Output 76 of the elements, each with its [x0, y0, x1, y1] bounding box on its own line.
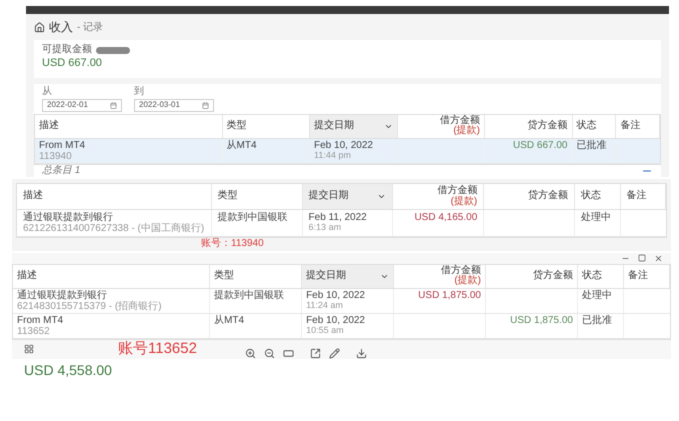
column-header[interactable]: 描述 — [17, 184, 212, 209]
description-subtext: 113940 — [39, 150, 73, 162]
column-header[interactable]: 贷方金额 — [486, 264, 578, 288]
description-subtext: 6212261314007627338 - (中国工商银行) — [23, 223, 205, 234]
status-text: 处理中 — [582, 290, 612, 300]
calendar-icon[interactable] — [202, 102, 209, 108]
balance-amount: USD 667.00 — [42, 56, 103, 70]
status-text: 已批准 — [576, 140, 606, 150]
grid-icon[interactable] — [24, 344, 34, 354]
description-subtext: 6214830155715379 - (招商银行) — [17, 300, 163, 312]
column-header[interactable]: 状态 — [572, 114, 616, 138]
table-row[interactable]: 通过银联提款到银行 6212261314007627338 - (中国工商银行) 提款到中国银联 Feb 11, 2022 6:13 am USD 4,165.00 处理中 — [17, 210, 666, 237]
page-title: 收入 — [49, 19, 73, 36]
column-header[interactable]: 备注 — [624, 264, 670, 288]
type-text: 从MT4 — [214, 314, 244, 326]
column-header[interactable]: 描述 — [35, 114, 222, 138]
credit-amount: USD 667.00 — [513, 140, 568, 150]
balance-label: 可提取金额 — [42, 44, 92, 56]
column-header[interactable]: 贷方金额 — [484, 184, 576, 209]
filter-label: 到 — [134, 86, 145, 98]
column-header[interactable]: 借方金额 (提款) — [398, 114, 485, 138]
time-text: 10:55 am — [306, 326, 345, 336]
zoom-out-icon[interactable] — [264, 348, 275, 358]
column-header[interactable]: 借方金额 (提款) — [394, 264, 486, 288]
column-header[interactable]: 状态 — [578, 264, 624, 288]
debit-amount: USD 1,875.00 — [418, 290, 481, 300]
account-badge — [96, 46, 130, 54]
table-row[interactable]: From MT4 113652 从MT4 Feb 10, 2022 10:55 am USD 1,875.00 已批准 — [13, 314, 670, 338]
description-subtext: 113652 — [17, 326, 51, 336]
close-icon[interactable] — [654, 254, 663, 262]
balance-amount: USD 4,558.00 — [24, 362, 112, 378]
debit-amount: USD 4,165.00 — [414, 212, 478, 223]
calendar-icon[interactable] — [110, 102, 117, 108]
home-icon[interactable] — [34, 22, 45, 32]
date-text: Feb 10, 2022 — [314, 140, 374, 150]
download-icon[interactable] — [356, 348, 367, 358]
date-text: Feb 11, 2022 — [308, 212, 368, 223]
time-text: 11:44 pm — [314, 150, 352, 160]
date-field[interactable]: 2022-03-01 — [134, 98, 214, 112]
total-entries: 总条目 1 — [42, 164, 80, 177]
column-header[interactable]: 提交日期 — [302, 264, 394, 288]
account-annotation: 账号：113940 — [201, 238, 265, 250]
column-header[interactable]: 借方金额 (提款) — [393, 184, 484, 209]
page-subtitle: - 记录 — [77, 20, 104, 34]
description-text: From MT4 — [17, 314, 64, 326]
column-header[interactable]: 提交日期 — [302, 184, 394, 209]
maximize-icon[interactable] — [638, 254, 646, 262]
column-header[interactable]: 提交日期 — [310, 114, 398, 138]
sort-caret-icon — [377, 192, 386, 201]
fit-icon[interactable] — [282, 348, 294, 358]
status-text: 处理中 — [581, 212, 612, 223]
time-text: 6:13 am — [308, 223, 342, 233]
pencil-icon[interactable] — [328, 348, 340, 358]
account-annotation: 账号113652 — [118, 340, 197, 358]
description-text: From MT4 — [39, 140, 86, 150]
description-text: 通过银联提款到银行 — [23, 212, 114, 223]
table-row[interactable]: From MT4 113940 从MT4 Feb 10, 2022 11:44 pm USD 667.00 已批准 — [35, 138, 660, 164]
type-text: 从MT4 — [226, 140, 256, 150]
date-text: Feb 10, 2022 — [306, 314, 366, 326]
column-header[interactable]: 描述 — [13, 264, 210, 288]
time-text: 11:24 am — [306, 300, 344, 310]
column-header[interactable]: 状态 — [575, 184, 621, 209]
date-text: Feb 10, 2022 — [306, 290, 366, 300]
description-text: 通过银联提款到银行 — [17, 290, 108, 300]
column-header[interactable]: 备注 — [620, 184, 666, 209]
credit-amount: USD 1,875.00 — [510, 314, 573, 326]
column-header[interactable]: 贷方金额 — [485, 114, 572, 138]
column-header[interactable]: 备注 — [616, 114, 660, 138]
type-text: 提款到中国银联 — [218, 212, 288, 223]
type-text: 提款到中国银联 — [214, 290, 284, 300]
share-icon[interactable] — [310, 348, 321, 358]
filter-label: 从 — [42, 86, 53, 98]
date-field[interactable]: 2022-02-01 — [42, 98, 122, 112]
table-row[interactable]: 通过银联提款到银行 6214830155715379 - (招商银行) 提款到中国银联 Feb 10, 2022 11:24 am USD 1,875.00 处理中 — [13, 288, 670, 314]
status-text: 已批准 — [582, 314, 612, 326]
zoom-in-icon[interactable] — [244, 348, 256, 358]
